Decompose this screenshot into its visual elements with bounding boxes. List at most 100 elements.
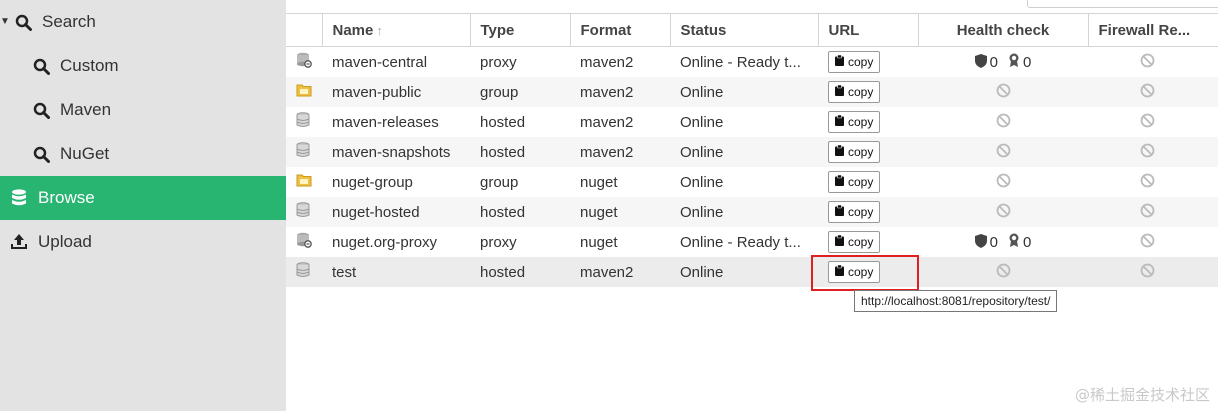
col-type-header[interactable]: Type — [470, 13, 571, 47]
sidebar-item-custom[interactable]: Custom — [0, 44, 316, 88]
col-format-header[interactable]: Format — [570, 13, 671, 47]
repo-type: hosted — [470, 137, 570, 167]
repo-name: nuget.org-proxy — [332, 233, 438, 251]
sidebar-item-label: Browse — [38, 188, 95, 207]
not-available-icon — [996, 173, 1011, 192]
repo-status: Online — [680, 113, 724, 131]
not-available-icon — [1140, 113, 1155, 132]
clipboard-icon — [835, 54, 848, 69]
copy-url-button[interactable]: copy — [828, 171, 881, 193]
repo-url-cell: copy — [818, 107, 918, 137]
award-count: 0 — [1023, 53, 1032, 71]
repo-url-cell: copy — [818, 77, 918, 107]
sidebar-item-browse[interactable]: Browse — [0, 176, 294, 220]
col-url-header[interactable]: URL — [818, 13, 919, 47]
repo-firewall-cell — [1088, 227, 1218, 257]
copy-url-button[interactable]: copy — [828, 81, 881, 103]
copy-label: copy — [848, 205, 874, 219]
hosted-repo-icon — [296, 142, 310, 162]
clipboard-icon — [835, 174, 848, 189]
health-shield[interactable]: 0 — [974, 53, 998, 72]
repo-format: nuget — [570, 197, 670, 227]
sidebar-item-label: Maven — [60, 100, 112, 119]
filter-input[interactable] — [1027, 0, 1218, 8]
sidebar-item-label: Custom — [60, 56, 119, 75]
sidebar-item-label: NuGet — [60, 144, 110, 163]
search-icon — [30, 102, 52, 119]
table-row[interactable]: maven-public group maven2 Online copy — [286, 77, 1218, 107]
repo-format: maven2 — [580, 113, 634, 131]
repo-type: hosted — [470, 197, 570, 227]
search-icon — [30, 58, 52, 75]
col-firewall-header[interactable]: Firewall Re... — [1088, 13, 1218, 47]
repo-type-cell — [286, 167, 322, 197]
repo-url-cell: copy — [818, 197, 918, 227]
hosted-repo-icon — [296, 112, 310, 132]
group-repo-icon — [296, 84, 312, 101]
table-row[interactable]: nuget-group group nuget Online copy — [286, 167, 1218, 197]
table-row[interactable]: nuget-hosted hosted nuget Online copy — [286, 197, 1218, 227]
repo-type-cell — [286, 47, 322, 78]
sidebar-item-nuget[interactable]: NuGet — [0, 132, 316, 176]
hosted-repo-icon — [296, 202, 310, 222]
table-row[interactable]: maven-snapshots hosted maven2 Online copy — [286, 137, 1218, 167]
repo-format: maven2 — [570, 77, 670, 107]
copy-url-button[interactable]: copy — [828, 111, 881, 133]
upload-icon — [8, 233, 30, 251]
clipboard-icon — [835, 234, 848, 249]
col-label: Name — [332, 21, 374, 39]
repo-status: Online — [670, 77, 818, 107]
table-row[interactable]: test hosted maven2 Online copy — [286, 257, 1218, 287]
col-status-header[interactable]: Status — [670, 13, 819, 47]
repo-firewall-cell — [1088, 77, 1218, 107]
award-count: 0 — [1023, 233, 1032, 251]
copy-url-button[interactable]: copy — [828, 201, 881, 223]
repo-name: nuget-hosted — [322, 197, 470, 227]
sidebar-item-label: Upload — [38, 232, 92, 251]
shield-count: 0 — [989, 54, 998, 71]
clipboard-icon — [835, 144, 848, 159]
not-available-icon — [1140, 203, 1155, 222]
clipboard-icon — [835, 204, 848, 219]
repo-format: maven2 — [570, 257, 670, 287]
repo-firewall-cell — [1088, 47, 1218, 78]
table-row[interactable]: nuget.org-proxy proxy nuget Online - Ready … — [286, 227, 1218, 257]
repo-type-cell — [286, 107, 322, 137]
proxy-repo-icon — [296, 232, 312, 252]
repo-name: test — [322, 257, 470, 287]
award-icon — [1008, 233, 1020, 252]
col-name-header[interactable]: Name ↑ — [322, 13, 471, 47]
repo-type: hosted — [470, 257, 570, 287]
table-header: Name ↑ Type Format Status URL Health chec… — [286, 13, 1218, 47]
repo-url-cell: copy — [818, 167, 918, 197]
copy-url-button[interactable]: copy — [828, 51, 881, 73]
group-repo-icon — [296, 174, 312, 191]
not-available-icon — [996, 143, 1011, 162]
sidebar-item-upload[interactable]: Upload — [0, 220, 294, 264]
sidebar-item-search[interactable]: Search — [0, 0, 298, 44]
table-row[interactable]: maven-central proxy maven2 Online - Ready t… — [286, 47, 1218, 78]
repo-status: Online — [670, 137, 818, 167]
repo-format: maven2 — [580, 53, 634, 71]
copy-url-button[interactable]: copy — [828, 141, 881, 163]
shield-icon — [974, 233, 987, 252]
sidebar-item-label: Search — [42, 12, 96, 31]
hosted-repo-icon — [296, 262, 310, 282]
copy-url-button[interactable]: copy — [828, 231, 881, 253]
repo-firewall-cell — [1088, 137, 1218, 167]
table-row[interactable]: maven-releases hosted maven2 Online copy — [286, 107, 1218, 137]
not-available-icon — [1140, 53, 1155, 72]
not-available-icon — [1140, 83, 1155, 102]
repo-firewall-cell — [1088, 107, 1218, 137]
health-shield[interactable]: 0 — [974, 233, 998, 252]
col-health-header[interactable]: Health check — [918, 13, 1089, 47]
repo-type: group — [480, 173, 519, 191]
repo-status: Online — [670, 257, 818, 287]
health-award[interactable]: 0 — [1008, 233, 1031, 252]
database-icon — [8, 189, 30, 207]
repo-firewall-cell — [1088, 257, 1218, 287]
copy-label: copy — [848, 115, 874, 129]
search-icon — [30, 146, 52, 163]
health-award[interactable]: 0 — [1008, 53, 1031, 72]
sidebar-item-maven[interactable]: Maven — [0, 88, 316, 132]
